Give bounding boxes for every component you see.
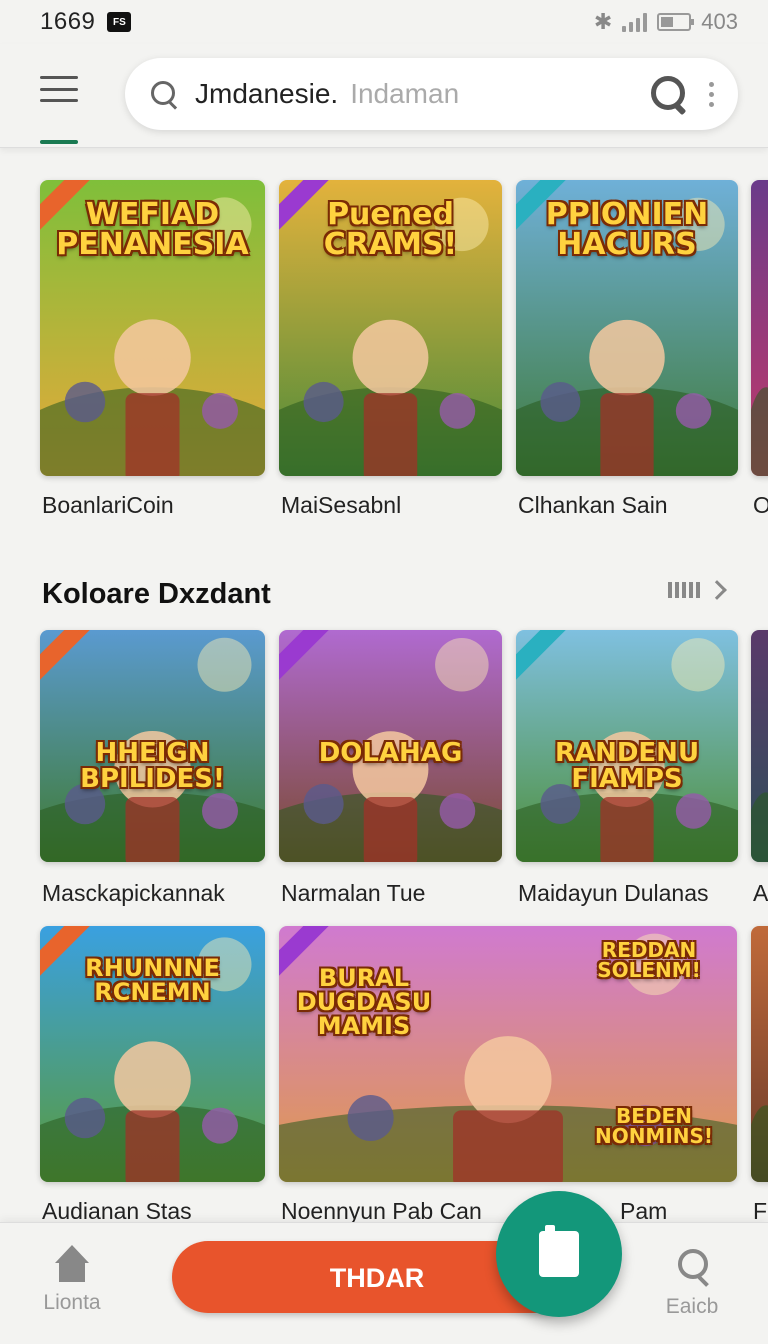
game-title-label[interactable]: Fr <box>753 1198 768 1225</box>
search-submit-icon[interactable] <box>649 74 689 114</box>
game-art-subtitle: BEDEN NONMINS! <box>594 1104 714 1148</box>
status-indicators: ✱ 403 <box>594 9 738 35</box>
nav-home-label: Lionta <box>43 1291 101 1314</box>
section-title: Koloare Dxzdant <box>42 578 271 610</box>
game-art-subtitle: REDDAN SOLENM! <box>597 938 701 982</box>
nav-home[interactable]: Lionta <box>30 1245 114 1315</box>
search-icon <box>149 79 179 109</box>
game-thumbnail[interactable]: Puened CRAMS! <box>279 180 502 476</box>
hamburger-menu-icon[interactable] <box>38 72 80 106</box>
game-art-title: HHEIGN BPILIDES! <box>80 738 225 794</box>
search-bar[interactable]: Jmdanesie. Indaman <box>125 58 738 130</box>
see-all-bars-icon <box>668 582 700 598</box>
game-title-label[interactable]: O <box>753 492 768 519</box>
status-time: 1669 <box>40 8 96 35</box>
game-thumbnail[interactable]: HHEIGN BPILIDES! <box>40 630 265 862</box>
status-bar: 1669 FS ✱ 403 <box>0 0 768 44</box>
game-artwork <box>751 630 768 862</box>
game-art-title: DOLAHAG <box>318 738 463 768</box>
game-art-title: PPIONIEN HACURS <box>545 197 709 262</box>
game-thumbnail[interactable] <box>751 180 768 476</box>
floating-action-button[interactable] <box>496 1191 622 1317</box>
game-artwork <box>751 926 768 1182</box>
nav-search-icon <box>672 1249 712 1289</box>
game-thumbnail[interactable]: PPIONIEN HACURS <box>516 180 738 476</box>
game-thumbnail[interactable]: WEFIAD PENANESIA <box>40 180 265 476</box>
game-title-label[interactable]: Masckapickannak <box>42 880 225 907</box>
document-icon <box>539 1225 579 1277</box>
search-input[interactable]: Jmdanesie. <box>195 78 338 110</box>
game-artwork <box>751 180 768 476</box>
notification-icon: FS <box>107 12 132 32</box>
game-title-label[interactable]: BoanlariCoin <box>42 492 174 519</box>
search-placeholder: Indaman <box>350 78 460 109</box>
game-title-label[interactable]: Narmalan Tue <box>281 880 425 907</box>
bluetooth-icon: ✱ <box>593 9 613 34</box>
game-title-label[interactable]: Audianan Stas <box>42 1198 192 1225</box>
game-thumbnail[interactable] <box>751 630 768 862</box>
chevron-right-icon <box>707 580 727 600</box>
game-art-title: RHUNNNE RCNEMN <box>85 954 220 1006</box>
signal-icon <box>622 12 648 32</box>
game-title-label[interactable]: Pam <box>620 1198 667 1225</box>
home-icon <box>52 1245 92 1285</box>
game-title-label[interactable]: Maidayun Dulanas <box>518 880 709 907</box>
game-title-label[interactable]: MaiSesabnl <box>281 492 401 519</box>
top-app-bar: Jmdanesie. Indaman <box>0 44 768 148</box>
battery-text: 403 <box>701 9 738 34</box>
bottom-navigation: Lionta THDAR Eaicb <box>0 1191 768 1344</box>
game-title-label[interactable]: Clhankan Sain <box>518 492 668 519</box>
game-thumbnail[interactable]: DOLAHAG <box>279 630 502 862</box>
nav-search-label: Eaicb <box>665 1295 719 1318</box>
game-thumbnail[interactable]: BURAL DUGDASU MAMIS REDDAN SOLENM! BEDEN N… <box>279 926 737 1182</box>
game-art-title: Puened CRAMS! <box>323 197 458 262</box>
menu-active-indicator <box>40 140 78 144</box>
game-thumbnail[interactable] <box>751 926 768 1182</box>
battery-icon <box>657 13 695 31</box>
game-thumbnail[interactable]: RHUNNNE RCNEMN <box>40 926 265 1182</box>
game-title-label[interactable]: Noennyun Pab Can <box>281 1198 482 1225</box>
game-title-label[interactable]: Ac <box>753 880 768 907</box>
game-thumbnail[interactable]: RANDENU FIAMPS <box>516 630 738 862</box>
game-art-title: RANDENU FIAMPS <box>554 738 700 794</box>
more-options-icon[interactable] <box>709 81 714 107</box>
game-art-title: WEFIAD PENANESIA <box>56 197 249 262</box>
game-art-title: BURAL DUGDASU MAMIS <box>296 964 432 1040</box>
see-all-button[interactable] <box>668 580 727 600</box>
nav-search[interactable]: Eaicb <box>650 1249 734 1319</box>
